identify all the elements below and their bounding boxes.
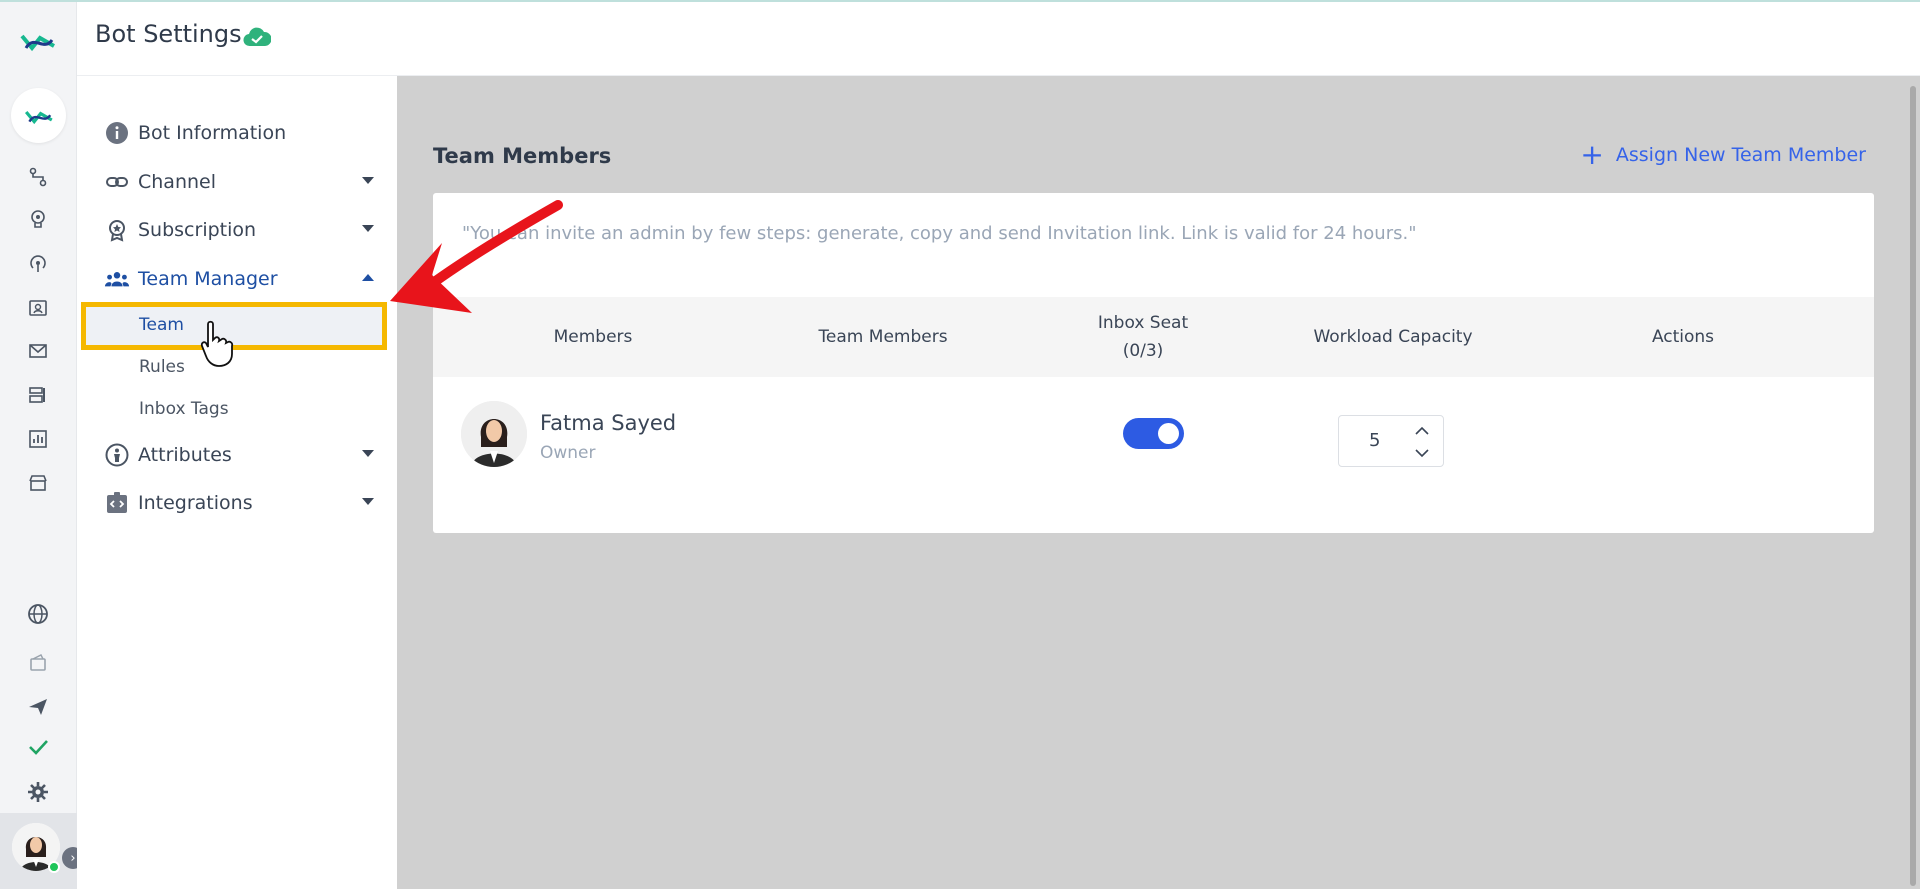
sidebar-item-integrations[interactable]: Integrations	[104, 486, 374, 520]
person-icon	[104, 442, 130, 468]
column-inbox-seat: Inbox Seat (0/3)	[1053, 297, 1233, 377]
workload-capacity-value: 5	[1369, 430, 1381, 451]
inbox-seat-count: (0/3)	[1122, 341, 1164, 361]
avatar	[461, 401, 527, 467]
chevron-up-icon	[362, 274, 374, 281]
flow-icon[interactable]	[25, 164, 51, 190]
sidebar-item-label: Team Manager	[138, 268, 278, 290]
brain-icon[interactable]	[25, 206, 51, 232]
store-icon[interactable]	[25, 470, 51, 496]
chevron-down-icon	[362, 177, 374, 184]
user-profile-area: ›	[0, 813, 84, 889]
member-name: Fatma Sayed	[540, 411, 677, 435]
sidebar-item-label: Bot Information	[138, 122, 287, 144]
sub-item-inbox-tags[interactable]: Inbox Tags	[139, 399, 229, 419]
info-icon	[104, 120, 130, 146]
broadcast-icon[interactable]	[25, 250, 51, 276]
page-title: Bot Settings	[95, 20, 242, 48]
wallet-icon[interactable]	[25, 650, 51, 676]
section-title: Team Members	[433, 144, 612, 168]
annotation-arrow-icon	[390, 200, 563, 313]
stepper-arrows[interactable]	[1413, 422, 1431, 462]
invite-hint: "You can invite an admin by few steps: g…	[462, 223, 1417, 244]
sidebar-item-label: Attributes	[138, 444, 232, 466]
sidebar-item-attributes[interactable]: Attributes	[104, 438, 374, 472]
assign-label: Assign New Team Member	[1615, 144, 1866, 166]
bot-avatar-button[interactable]	[11, 88, 66, 143]
sub-item-rules[interactable]: Rules	[139, 357, 185, 377]
assign-new-team-member-button[interactable]: + Assign New Team Member	[1580, 138, 1866, 171]
column-team-members: Team Members	[818, 327, 948, 347]
team-members-card: "You can invite an admin by few steps: g…	[433, 193, 1874, 533]
sidebar-item-label: Channel	[138, 171, 217, 193]
sidebar-item-label: Integrations	[138, 492, 253, 514]
sidebar-item-label: Subscription	[138, 219, 257, 241]
mail-icon[interactable]	[25, 338, 51, 364]
toggle-knob	[1158, 423, 1179, 444]
workload-capacity-stepper[interactable]: 5	[1338, 415, 1444, 467]
analytics-icon[interactable]	[25, 426, 51, 452]
users-icon	[104, 266, 130, 292]
member-role: Owner	[540, 443, 596, 463]
globe-icon[interactable]	[25, 601, 51, 627]
check-icon[interactable]	[25, 734, 51, 760]
page-header: Bot Settings	[77, 2, 1920, 76]
chevron-down-icon	[362, 498, 374, 505]
pointer-hand-icon	[200, 320, 234, 367]
scrollbar[interactable]	[1910, 86, 1916, 886]
sidebar-item-channel[interactable]: Channel	[104, 165, 374, 199]
send-icon[interactable]	[25, 694, 51, 720]
column-workload-capacity: Workload Capacity	[1313, 327, 1473, 347]
settings-sidebar: Bot Information Channel Subscription Tea…	[77, 76, 397, 889]
inbox-seat-toggle[interactable]	[1123, 418, 1184, 449]
sidebar-item-subscription[interactable]: Subscription	[104, 213, 374, 247]
column-actions: Actions	[1651, 327, 1715, 347]
plus-icon: +	[1580, 138, 1604, 171]
icon-rail: ›	[0, 2, 84, 889]
online-status-dot	[48, 861, 60, 873]
main-content: Team Members + Assign New Team Member "Y…	[397, 76, 1920, 889]
cloud-check-icon	[243, 26, 272, 48]
logo-icon[interactable]	[18, 26, 58, 56]
sidebar-item-bot-information[interactable]: Bot Information	[104, 116, 374, 150]
table-row: Fatma Sayed Owner 5	[433, 377, 1874, 507]
chevron-down-icon	[362, 450, 374, 457]
award-icon	[104, 217, 130, 243]
inbox-seat-label: Inbox Seat	[1097, 313, 1189, 333]
contacts-icon[interactable]	[25, 295, 51, 321]
code-icon	[104, 490, 130, 516]
chevron-down-icon	[362, 225, 374, 232]
table-header: Members Team Members Inbox Seat (0/3) Wo…	[433, 297, 1874, 377]
link-icon	[104, 169, 130, 195]
gear-icon[interactable]	[25, 779, 51, 805]
templates-icon[interactable]	[25, 382, 51, 408]
sidebar-item-team-manager[interactable]: Team Manager	[104, 262, 374, 296]
